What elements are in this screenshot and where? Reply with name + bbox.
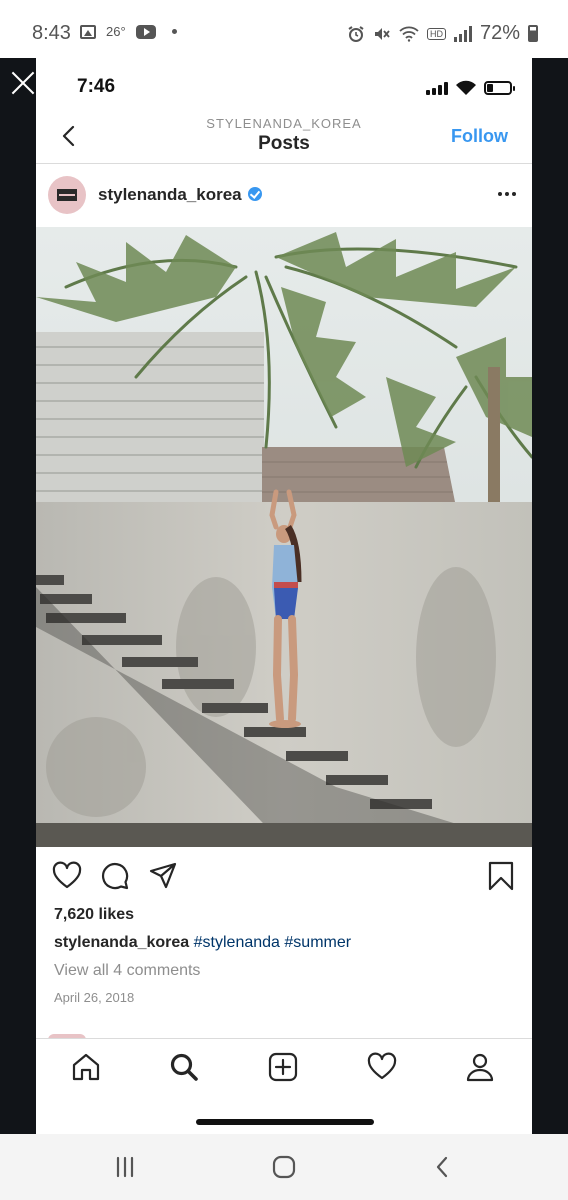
brand-logo-icon xyxy=(57,189,77,201)
follow-button[interactable]: Follow xyxy=(451,126,508,147)
notification-icons: 26° xyxy=(80,24,177,39)
post-photo[interactable] xyxy=(36,227,532,847)
mute-icon xyxy=(374,27,390,40)
hashtag-link[interactable]: #summer xyxy=(284,934,351,951)
hashtag-link[interactable]: #stylenanda xyxy=(194,934,280,951)
share-icon[interactable] xyxy=(148,861,178,891)
ios-status-bar: 7:46 xyxy=(36,58,532,116)
gallery-icon xyxy=(80,24,96,39)
verified-badge-icon xyxy=(247,187,262,201)
bottom-tab-bar xyxy=(36,1038,532,1134)
battery-percent: 72% xyxy=(479,22,520,44)
recent-apps-icon[interactable] xyxy=(110,1152,140,1182)
weather-temperature: 26° xyxy=(106,24,126,39)
activity-heart-icon[interactable] xyxy=(366,1051,398,1083)
photo-illustration xyxy=(36,227,532,847)
caption-username[interactable]: stylenanda_korea xyxy=(54,934,189,951)
likes-count[interactable]: 7,620 likes xyxy=(54,906,134,924)
home-icon[interactable] xyxy=(70,1051,102,1083)
more-options-icon[interactable] xyxy=(498,192,516,196)
battery-icon xyxy=(484,81,515,95)
new-post-icon[interactable] xyxy=(267,1051,299,1083)
hd-icon: HD xyxy=(426,27,446,40)
home-indicator xyxy=(196,1119,374,1125)
signal-icon xyxy=(453,25,472,42)
profile-posts-header: STYLENANDA_KOREA Posts Follow xyxy=(36,116,532,164)
notification-dot-icon xyxy=(171,29,177,34)
close-icon[interactable] xyxy=(6,66,40,100)
system-clock: 8:43 xyxy=(32,22,71,44)
alarm-icon xyxy=(348,25,364,42)
wifi-icon xyxy=(456,80,476,95)
back-icon[interactable] xyxy=(428,1152,458,1182)
profile-icon[interactable] xyxy=(464,1051,496,1083)
post-caption: stylenanda_korea #stylenanda #summer xyxy=(54,934,351,952)
android-navigation-bar xyxy=(0,1134,568,1200)
cell-signal-icon xyxy=(426,81,448,95)
ios-clock: 7:46 xyxy=(77,76,116,97)
battery-icon xyxy=(528,25,538,42)
bookmark-icon[interactable] xyxy=(486,861,516,891)
youtube-icon xyxy=(135,24,156,39)
post-header: stylenanda_korea xyxy=(36,164,532,226)
search-icon[interactable] xyxy=(168,1051,200,1083)
heart-icon[interactable] xyxy=(52,861,82,891)
post-username[interactable]: stylenanda_korea xyxy=(98,185,242,204)
view-comments-link[interactable]: View all 4 comments xyxy=(54,962,200,980)
system-status-icons: HD 72% xyxy=(347,22,538,45)
wifi-icon xyxy=(399,26,419,42)
home-icon[interactable] xyxy=(269,1152,299,1182)
android-status-bar: 8:43 26° HD 72% xyxy=(0,0,568,58)
post-date: April 26, 2018 xyxy=(54,990,135,1005)
post-actions xyxy=(36,847,532,907)
instagram-screenshot: 7:46 STYLENANDA_KOREA Posts Follow style… xyxy=(36,58,532,1134)
avatar[interactable] xyxy=(48,176,86,214)
comment-icon[interactable] xyxy=(100,861,130,891)
